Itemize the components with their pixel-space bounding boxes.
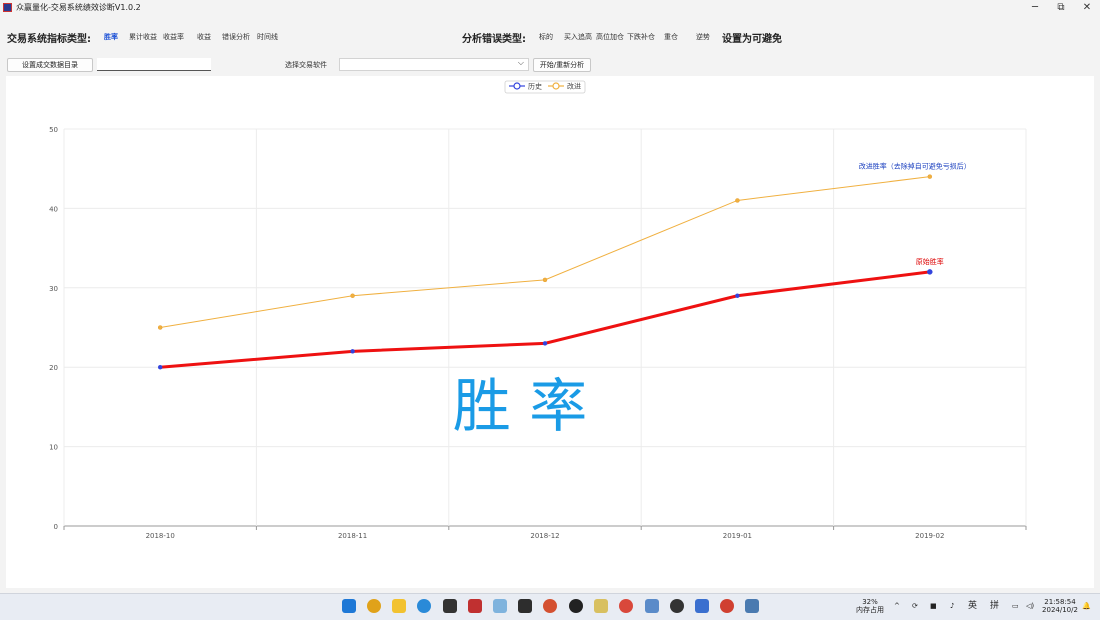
start-analysis-button[interactable]: 开始/重新分析 bbox=[533, 58, 591, 72]
chrome-icon[interactable] bbox=[367, 599, 381, 613]
x-tick-label: 2019-02 bbox=[915, 532, 944, 540]
chevron-up-icon[interactable]: ^ bbox=[894, 602, 900, 610]
data-point bbox=[157, 325, 163, 330]
y-tick-label: 30 bbox=[49, 285, 58, 293]
legend-label: 历史 bbox=[528, 82, 542, 91]
console-icon[interactable] bbox=[518, 599, 532, 613]
tab-error-analysis[interactable]: 错误分析 bbox=[222, 32, 250, 42]
tab-win-rate[interactable]: 胜率 bbox=[104, 32, 118, 42]
notification-bell-icon[interactable]: 🔔 bbox=[1082, 602, 1091, 610]
series-line-1 bbox=[160, 176, 930, 328]
data-point bbox=[350, 293, 355, 298]
error-add-high[interactable]: 高位加仓 bbox=[596, 32, 624, 42]
window-title: 众赢量化-交易系统绩效诊断V1.0.2 bbox=[16, 3, 141, 12]
tab-timeline[interactable]: 时间线 bbox=[257, 32, 278, 42]
tab-return[interactable]: 收益 bbox=[197, 32, 211, 42]
series-line-0 bbox=[160, 270, 930, 369]
folder-icon[interactable] bbox=[392, 599, 406, 613]
volume-icon[interactable]: ◁) bbox=[1026, 602, 1034, 610]
metric-toolbar: 交易系统指标类型: 胜率 累计收益 收益率 收益 错误分析 时间线 分析错误类型… bbox=[0, 26, 1100, 48]
qq-icon[interactable] bbox=[569, 599, 583, 613]
chrome-2-icon[interactable] bbox=[543, 599, 557, 613]
ime-english[interactable]: 英 bbox=[968, 602, 977, 611]
clock-time[interactable]: 21:58:54 bbox=[1044, 598, 1076, 606]
software-select[interactable]: ⌵ bbox=[339, 58, 529, 71]
chart-legend: 历史 改进 bbox=[504, 80, 586, 94]
chart-panel: 0 10 20 30 40 50 2018-10 2018-11 2018-12 2019-01 2… bbox=[6, 76, 1094, 588]
image-icon[interactable] bbox=[645, 599, 659, 613]
maximize-button[interactable]: ⧉ bbox=[1050, 1, 1072, 15]
software-label: 选择交易软件 bbox=[285, 61, 327, 69]
app-blue-icon[interactable] bbox=[493, 599, 507, 613]
win-rate-chart: 0 10 20 30 40 50 2018-10 2018-11 2018-12 2019-01 2… bbox=[49, 80, 1027, 540]
data-point bbox=[927, 174, 933, 179]
chrome-3-icon[interactable] bbox=[720, 599, 734, 613]
music-icon[interactable] bbox=[619, 599, 633, 613]
mem-label: 内存占用 bbox=[856, 606, 884, 614]
close-button[interactable]: ✕ bbox=[1076, 1, 1098, 15]
end-label: 原始胜率 bbox=[916, 257, 944, 266]
error-chase-high[interactable]: 买入追高 bbox=[564, 32, 592, 42]
tab-cumulative-return[interactable]: 累计收益 bbox=[129, 32, 157, 42]
data-point bbox=[735, 198, 740, 203]
end-label: 改进胜率（去除掉自可避免亏损后） bbox=[859, 162, 971, 171]
set-avoidable-button[interactable]: 设置为可避免 bbox=[722, 30, 782, 45]
error-counter-trend[interactable]: 逆势 bbox=[696, 32, 710, 42]
doc-icon[interactable] bbox=[695, 599, 709, 613]
chevron-down-icon: ⌵ bbox=[517, 58, 524, 67]
active-app-icon[interactable] bbox=[745, 599, 759, 613]
x-tick-label: 2018-12 bbox=[530, 532, 559, 540]
edge-icon[interactable] bbox=[417, 599, 431, 613]
terminal-icon[interactable] bbox=[443, 599, 457, 613]
legend-label: 改进 bbox=[567, 82, 581, 91]
y-tick-label: 0 bbox=[54, 523, 58, 531]
mic-icon[interactable]: ♪ bbox=[950, 602, 954, 610]
x-tick-label: 2019-01 bbox=[723, 532, 752, 540]
error-average-down[interactable]: 下跌补仓 bbox=[627, 32, 655, 42]
legend-marker bbox=[552, 82, 560, 90]
data-point bbox=[350, 349, 355, 354]
chart-axes: 0 10 20 30 40 50 2018-10 2018-11 2018-12 2019-01 2… bbox=[49, 126, 1027, 540]
error-target[interactable]: 标的 bbox=[539, 32, 553, 42]
metric-type-label: 交易系统指标类型: bbox=[7, 34, 91, 45]
error-heavy-position[interactable]: 重仓 bbox=[664, 32, 678, 42]
y-tick-label: 20 bbox=[49, 364, 58, 372]
legend-marker bbox=[513, 82, 521, 90]
chart-grid bbox=[63, 128, 1027, 527]
data-point bbox=[735, 293, 740, 298]
data-point bbox=[542, 277, 548, 283]
app-red-icon[interactable] bbox=[468, 599, 482, 613]
camera-icon[interactable] bbox=[670, 599, 684, 613]
y-tick-label: 40 bbox=[49, 205, 58, 213]
data-point bbox=[157, 364, 163, 370]
data-point bbox=[542, 341, 548, 346]
stop-icon[interactable]: ■ bbox=[930, 602, 937, 610]
title-bar: 众赢量化-交易系统绩效诊断V1.0.2 ─ ⧉ ✕ bbox=[0, 0, 1100, 16]
data-dir-input[interactable] bbox=[97, 58, 211, 71]
y-tick-label: 10 bbox=[49, 444, 58, 452]
taskbar: 32% 内存占用 ^ ⟳ ■ ♪ 英 拼 ▭ ◁) 21:58:54 2024/… bbox=[0, 593, 1100, 620]
sync-icon[interactable]: ⟳ bbox=[912, 602, 918, 610]
set-data-dir-button[interactable]: 设置成交数据目录 bbox=[7, 58, 93, 72]
app-icon bbox=[3, 3, 12, 12]
chart-watermark: 胜 率 bbox=[453, 372, 587, 440]
y-tick-label: 50 bbox=[49, 126, 58, 134]
network-icon[interactable]: ▭ bbox=[1012, 602, 1019, 610]
x-tick-label: 2018-10 bbox=[146, 532, 175, 540]
tab-return-rate[interactable]: 收益率 bbox=[163, 32, 184, 42]
data-point bbox=[927, 269, 933, 275]
ime-pinyin[interactable]: 拼 bbox=[990, 602, 999, 611]
start-icon[interactable] bbox=[342, 599, 356, 613]
x-tick-label: 2018-11 bbox=[338, 532, 367, 540]
clock-date[interactable]: 2024/10/2 bbox=[1042, 606, 1078, 614]
chart-series: 改进胜率（去除掉自可避免亏损后） 原始胜率 bbox=[157, 162, 971, 370]
notes-icon[interactable] bbox=[594, 599, 608, 613]
error-type-label: 分析错误类型: bbox=[462, 34, 526, 45]
minimize-button[interactable]: ─ bbox=[1024, 1, 1046, 15]
mem-percent: 32% bbox=[862, 598, 878, 606]
